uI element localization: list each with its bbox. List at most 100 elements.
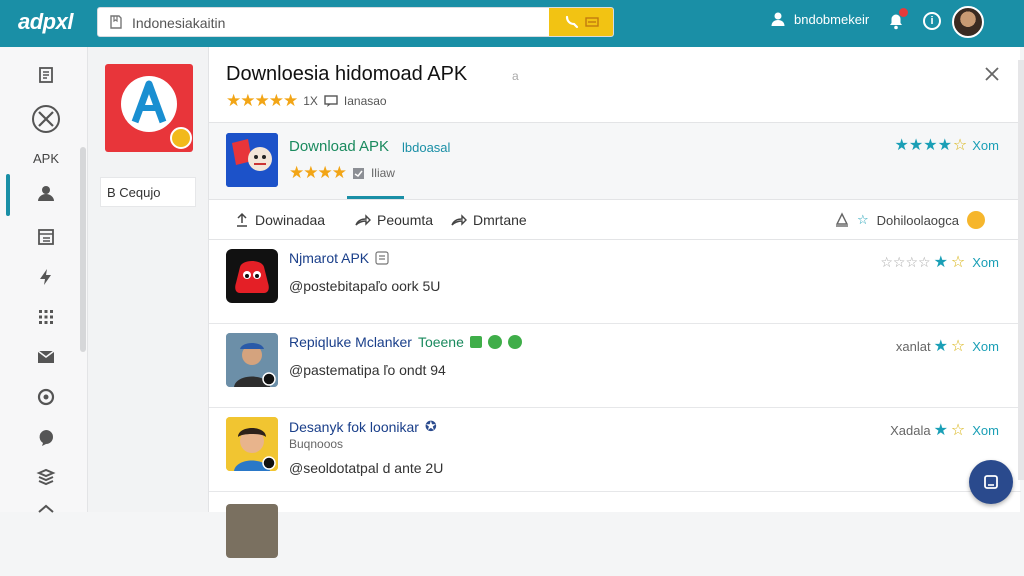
- smile-emoji-icon: [967, 211, 985, 229]
- avatar[interactable]: [952, 6, 984, 38]
- layers-icon[interactable]: [36, 467, 56, 487]
- teal-star-icon: ★: [933, 338, 948, 355]
- featured-rank-label: Xom: [972, 137, 999, 153]
- user-icon: [771, 12, 785, 26]
- list-item[interactable]: Njmarot APK @postebitapaľo oork 5U ☆☆☆☆ …: [209, 240, 1021, 324]
- tab-label: Dmrtane: [473, 212, 527, 228]
- app-sidebar: B Cequjo: [88, 47, 208, 512]
- left-rail: APK: [0, 47, 88, 513]
- close-icon[interactable]: [983, 65, 1001, 83]
- list-item-title: Desanyk fok loonikar ✪: [289, 418, 437, 435]
- review-text[interactable]: Ianasao: [344, 94, 387, 108]
- rating-text: xanlat: [895, 338, 931, 354]
- page-title: Downloesia hidomoad APK: [226, 63, 468, 85]
- rail-scrollbar[interactable]: [80, 147, 86, 352]
- rank-label: Xom: [972, 422, 999, 438]
- featured-rating: ★★★★ Iliaw: [289, 163, 395, 183]
- rail-apk-label[interactable]: APK: [33, 151, 59, 166]
- green-badge-icon: [469, 336, 482, 348]
- book-icon: [110, 15, 122, 29]
- bolt-icon[interactable]: [36, 267, 56, 287]
- featured-app-icon: [226, 133, 278, 187]
- teal-star-icon: ★: [933, 422, 948, 439]
- tab-label: Peoumta: [377, 212, 434, 228]
- check-badge-icon: [487, 335, 502, 349]
- verified-badge-icon: [170, 127, 192, 149]
- floating-action-button[interactable]: [969, 460, 1013, 504]
- user-name: bndobmekeir: [794, 11, 870, 27]
- list-item-rank: Xadala ★ ☆ Xom: [890, 420, 999, 440]
- list-item-meta: @seoldotatpal d ante 2U: [289, 460, 444, 476]
- mail-icon[interactable]: [36, 347, 56, 367]
- tab-forward[interactable]: Dmrtane: [451, 212, 527, 228]
- grid-badge-icon: [375, 251, 389, 265]
- teal-star-icon: ★: [933, 254, 948, 271]
- star-outline-icon: ☆☆☆☆: [880, 253, 931, 270]
- person-icon[interactable]: [36, 183, 56, 203]
- tab-share[interactable]: Peoumta: [355, 212, 433, 228]
- app-thumbnail: [226, 417, 278, 471]
- rank-label: Xom: [972, 338, 999, 354]
- tab-label: Dowinadaa: [255, 212, 326, 228]
- sidebar-item[interactable]: B Cequjo: [100, 177, 196, 207]
- letter-a-logo: [131, 80, 167, 124]
- tab-right-label: Dohiloolaogca: [876, 212, 959, 228]
- top-bar: adpxl bndobmekeir i: [0, 0, 1024, 47]
- document-icon[interactable]: [36, 65, 56, 85]
- featured-tab-indicator: [347, 196, 404, 199]
- home-icon[interactable]: [36, 502, 56, 522]
- star-outline-icon: ☆: [950, 254, 966, 271]
- list-item-tag: Toeene: [417, 334, 464, 350]
- user-menu[interactable]: bndobmekeir: [770, 11, 869, 27]
- share-icon: [355, 214, 371, 226]
- list-item-subtitle: Buqnooos: [289, 437, 344, 451]
- search-input[interactable]: [132, 12, 532, 34]
- window-icon: [984, 475, 998, 489]
- featured-card[interactable]: Download APK lbdoasal ★★★★ Iliaw ★★★★ ☆ …: [209, 122, 1021, 200]
- badge-star-icon: ✪: [424, 418, 437, 434]
- chat-icon[interactable]: [36, 427, 56, 447]
- app-logo[interactable]: adpxl: [18, 9, 73, 35]
- app-thumbnail: [226, 504, 278, 558]
- detail-panel: Downloesia hidomoad APK a ★★★★★ 1X Ianas…: [208, 47, 1021, 558]
- featured-rank: ★★★★ ☆ Xom: [895, 135, 999, 155]
- upload-icon: [237, 212, 247, 227]
- rating-row: ★★★★★ 1X Ianasao: [226, 91, 387, 111]
- featured-subtitle: lbdoasal: [402, 140, 451, 155]
- list-item-title: Njmarot APK: [289, 250, 389, 266]
- featured-view-label[interactable]: Iliaw: [371, 166, 395, 180]
- star-rating-icon: ★★★★: [289, 163, 347, 182]
- keyboard-icon: [585, 17, 599, 27]
- tab-download[interactable]: Dowinadaa: [235, 212, 325, 228]
- list-item[interactable]: Desanyk fok loonikar ✪ Buqnooos @seoldot…: [209, 408, 1021, 492]
- teal-star-icon: ★★★★: [894, 137, 952, 154]
- tools-icon[interactable]: [30, 103, 62, 135]
- list-item-rank: xanlat ★ ☆ Xom: [896, 336, 999, 356]
- main-scrollbar[interactable]: [1018, 60, 1024, 480]
- support-icon[interactable]: [36, 387, 56, 407]
- layout-icon[interactable]: [36, 227, 56, 247]
- search-button[interactable]: [549, 8, 613, 36]
- list-item[interactable]: [209, 492, 1021, 576]
- comment-icon: [324, 95, 338, 107]
- rating-text: Xadala: [890, 422, 931, 438]
- rating-count: 1X: [303, 94, 318, 108]
- list-item-title-text: Njmarot APK: [289, 250, 370, 266]
- title-marker: a: [512, 69, 519, 83]
- list-item-meta: @postebitapaľo oork 5U: [289, 278, 441, 294]
- app-logo-tile[interactable]: [105, 64, 193, 152]
- search-icon: [565, 15, 579, 29]
- app-thumbnail: [226, 249, 278, 303]
- star-outline-icon: ☆: [856, 212, 869, 227]
- list-item-title: Repiqluke Mclanker Toeene: [289, 334, 522, 350]
- list-item-meta: @pastematipa ľo ondt 94: [289, 362, 446, 378]
- forward-icon: [451, 214, 467, 226]
- featured-title[interactable]: Download APK: [289, 138, 389, 155]
- list-item[interactable]: Repiqluke Mclanker Toeene @pastematipa ľ…: [209, 324, 1021, 408]
- grid-icon[interactable]: [36, 307, 56, 327]
- list-item-title-text: Repiqluke Mclanker: [289, 334, 412, 350]
- app-thumbnail: [226, 333, 278, 387]
- rail-active-indicator: [6, 174, 10, 216]
- info-icon[interactable]: i: [923, 12, 941, 30]
- tab-recommend[interactable]: ☆ Dohiloolaogca: [835, 211, 985, 229]
